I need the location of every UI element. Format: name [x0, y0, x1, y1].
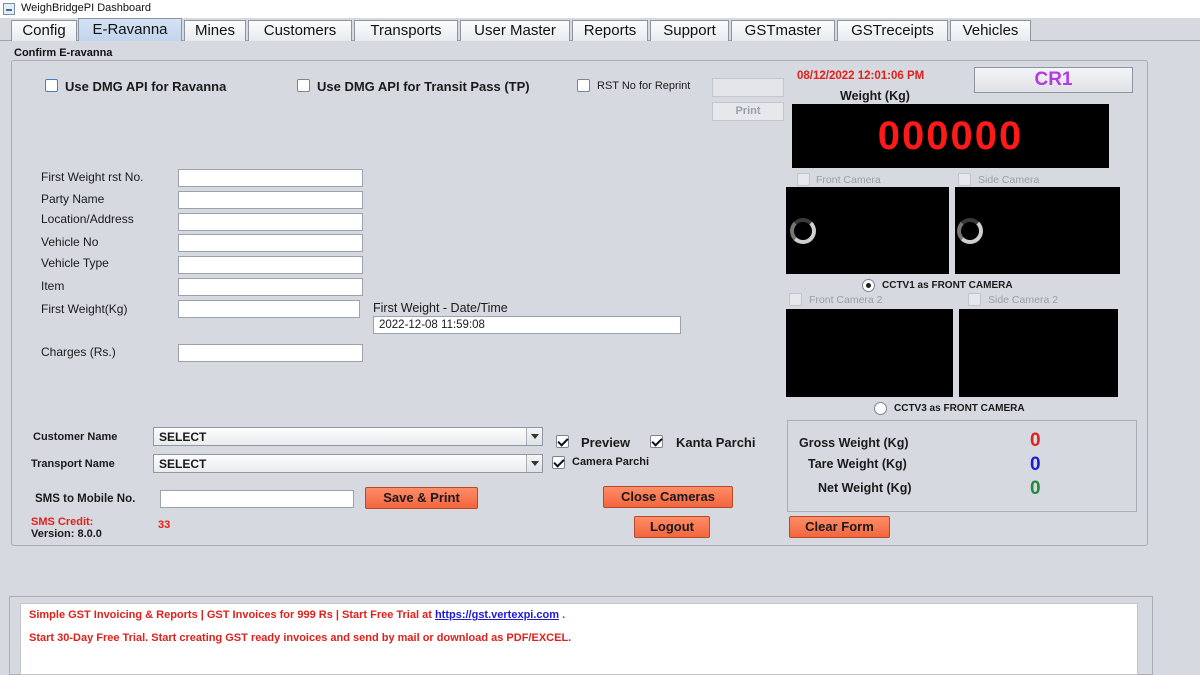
tab-gstmaster[interactable]: GSTmaster	[731, 20, 835, 41]
front-camera-view	[786, 187, 949, 274]
side-camera-view	[955, 187, 1120, 274]
preview-checkbox[interactable]	[556, 435, 569, 448]
rst-reprint-input[interactable]	[712, 78, 784, 97]
net-weight-value: 0	[1030, 478, 1041, 499]
side-camera-2-checkbox[interactable]	[968, 293, 981, 306]
first-weight-rst-input[interactable]	[178, 169, 363, 187]
transport-name-value: SELECT	[159, 457, 207, 471]
preview-label: Preview	[581, 435, 631, 450]
camera-parchi-label: Camera Parchi	[572, 456, 650, 468]
use-dmg-tp-checkbox[interactable]	[297, 79, 310, 92]
front-camera-2-label: Front Camera 2	[809, 294, 883, 306]
tab-customers[interactable]: Customers	[248, 20, 352, 41]
first-weight-datetime-input[interactable]: 2022-12-08 11:59:08	[373, 316, 681, 334]
party-name-label: Party Name	[41, 192, 105, 206]
customer-name-value: SELECT	[159, 430, 207, 444]
front-camera-2-checkbox[interactable]	[789, 293, 802, 306]
tab-mines[interactable]: Mines	[184, 20, 246, 41]
promo-line-1: Simple GST Invoicing & Reports | GST Inv…	[29, 609, 565, 621]
tab-transports[interactable]: Transports	[354, 20, 458, 41]
save-print-button[interactable]: Save & Print	[365, 487, 478, 509]
first-weight-kg-label: First Weight(Kg)	[41, 302, 128, 316]
transport-name-label: Transport Name	[31, 458, 115, 470]
item-label: Item	[41, 279, 65, 293]
vehicle-type-input[interactable]	[178, 256, 363, 274]
panel-caption: Confirm E-ravanna	[14, 47, 113, 59]
app-icon	[3, 3, 15, 15]
promo-link[interactable]: https://gst.vertexpi.com	[435, 609, 559, 621]
side-camera-label: Side Camera	[978, 174, 1040, 186]
rst-reprint-label: RST No for Reprint	[597, 80, 691, 92]
customer-name-select[interactable]: SELECT	[153, 427, 543, 446]
sms-credit-value: 33	[158, 519, 171, 531]
close-cameras-button[interactable]: Close Cameras	[603, 486, 733, 508]
kanta-parchi-label: Kanta Parchi	[676, 435, 756, 450]
promo-line-1-text: Simple GST Invoicing & Reports | GST Inv…	[29, 609, 435, 621]
use-dmg-ravanna-checkbox[interactable]	[45, 79, 58, 92]
logout-button[interactable]: Logout	[634, 516, 710, 538]
customer-name-label: Customer Name	[33, 431, 118, 443]
tare-weight-label: Tare Weight (Kg)	[808, 457, 907, 471]
transport-name-select[interactable]: SELECT	[153, 454, 543, 473]
charges-input[interactable]	[178, 344, 363, 362]
first-weight-datetime-label: First Weight - Date/Time	[373, 301, 508, 315]
tab-user-master[interactable]: User Master	[460, 20, 570, 41]
front-camera-checkbox[interactable]	[797, 173, 810, 186]
clear-form-button[interactable]: Clear Form	[789, 516, 890, 538]
gross-weight-label: Gross Weight (Kg)	[799, 436, 909, 450]
side-camera-2-label: Side Camera 2	[988, 294, 1059, 306]
camera-parchi-checkbox[interactable]	[552, 456, 565, 469]
title-bar: WeighBridgePI Dashboard	[0, 0, 1200, 18]
party-name-input[interactable]	[178, 191, 363, 209]
version-label: Version: 8.0.0	[31, 528, 102, 540]
vehicle-no-label: Vehicle No	[41, 235, 99, 249]
tab-reports[interactable]: Reports	[572, 20, 648, 41]
loading-spinner-icon	[790, 218, 816, 244]
cctv1-front-radio[interactable]	[862, 279, 875, 292]
sms-credit-label: SMS Credit:	[31, 516, 94, 528]
vehicle-no-input[interactable]	[178, 234, 363, 252]
weight-label: Weight (Kg)	[840, 89, 910, 103]
kanta-parchi-checkbox[interactable]	[650, 435, 663, 448]
window-title: WeighBridgePI Dashboard	[21, 2, 152, 14]
weight-display: 000000	[792, 104, 1109, 168]
tab-config[interactable]: Config	[11, 20, 77, 41]
vehicle-type-label: Vehicle Type	[41, 256, 109, 270]
item-input[interactable]	[178, 278, 363, 296]
tab-support[interactable]: Support	[650, 20, 729, 41]
location-address-input[interactable]	[178, 213, 363, 231]
chevron-down-icon	[526, 455, 542, 472]
sms-mobile-input[interactable]	[160, 490, 354, 508]
front-camera-2-view	[786, 309, 953, 397]
promo-line-1-tail: .	[559, 609, 566, 621]
front-camera-label: Front Camera	[816, 174, 881, 186]
tab-gstreceipts[interactable]: GSTreceipts	[837, 20, 948, 41]
use-dmg-tp-label: Use DMG API for Transit Pass (TP)	[317, 79, 530, 94]
cctv3-front-radio[interactable]	[874, 402, 887, 415]
first-weight-kg-input[interactable]	[178, 300, 360, 318]
side-camera-checkbox[interactable]	[958, 173, 971, 186]
cctv3-front-label: CCTV3 as FRONT CAMERA	[894, 403, 1025, 414]
net-weight-label: Net Weight (Kg)	[818, 481, 912, 495]
side-camera-2-view	[959, 309, 1118, 397]
rst-reprint-checkbox[interactable]	[577, 79, 590, 92]
tab-vehicles[interactable]: Vehicles	[950, 20, 1031, 41]
station-display: CR1	[974, 67, 1133, 93]
sms-mobile-label: SMS to Mobile No.	[35, 493, 136, 505]
weighing-datetime: 08/12/2022 12:01:06 PM	[797, 70, 925, 82]
first-weight-rst-label: First Weight rst No.	[41, 170, 144, 184]
gross-weight-value: 0	[1030, 430, 1041, 451]
charges-label: Charges (Rs.)	[41, 345, 116, 359]
cctv1-front-label: CCTV1 as FRONT CAMERA	[882, 280, 1013, 291]
print-button[interactable]: Print	[712, 102, 784, 121]
location-address-label: Location/Address	[41, 212, 134, 226]
tab-e-ravanna[interactable]: E-Ravanna	[78, 18, 182, 41]
loading-spinner-icon	[957, 218, 983, 244]
tare-weight-value: 0	[1030, 454, 1041, 475]
chevron-down-icon	[526, 428, 542, 445]
use-dmg-ravanna-label: Use DMG API for Ravanna	[65, 79, 227, 94]
promo-line-2: Start 30-Day Free Trial. Start creating …	[29, 632, 572, 644]
